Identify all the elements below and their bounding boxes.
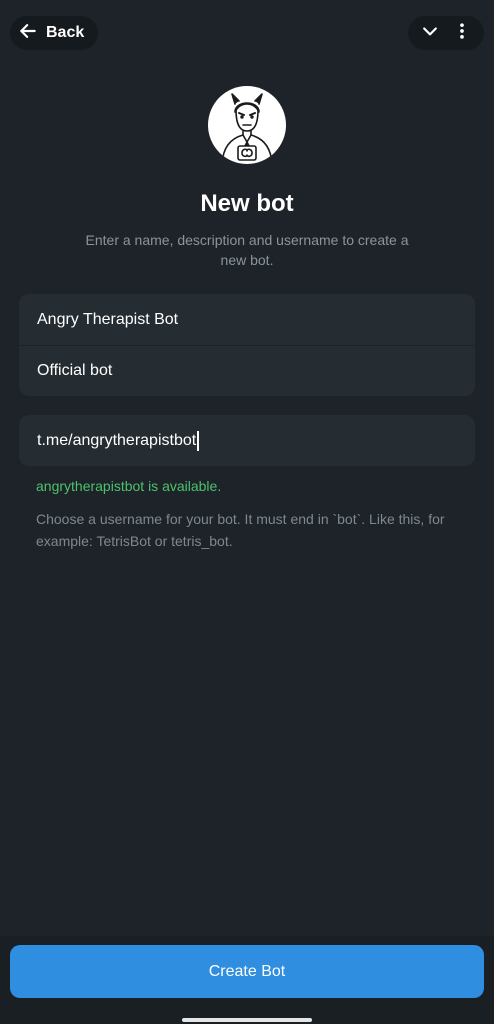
- new-bot-screen: Back New bot Enter a name, description a…: [0, 0, 494, 1024]
- back-label: Back: [46, 24, 85, 41]
- username-hint: Choose a username for your bot. It must …: [36, 511, 445, 549]
- bot-info-card: Angry Therapist Bot Official bot: [19, 294, 475, 396]
- bot-avatar[interactable]: [208, 86, 286, 164]
- create-bot-button[interactable]: Create Bot: [10, 945, 484, 998]
- username-card: t.me/angrytherapistbot: [19, 415, 475, 466]
- username-value: t.me/angrytherapistbot: [37, 431, 197, 449]
- availability-status: angrytherapistbot is available.: [36, 478, 222, 494]
- bot-description-field[interactable]: Official bot: [19, 345, 475, 396]
- page-subtitle: Enter a name, description and username t…: [85, 232, 409, 268]
- arrow-left-icon: [18, 21, 38, 46]
- page-title: New bot: [200, 190, 294, 217]
- bot-name-field[interactable]: Angry Therapist Bot: [19, 294, 475, 345]
- text-cursor: [197, 430, 200, 451]
- back-button[interactable]: Back: [10, 16, 99, 50]
- home-indicator[interactable]: [182, 1018, 312, 1022]
- username-field[interactable]: t.me/angrytherapistbot: [19, 415, 475, 466]
- chevron-down-icon[interactable]: [420, 21, 440, 46]
- more-vertical-icon[interactable]: [452, 21, 472, 46]
- top-menu: [408, 16, 484, 50]
